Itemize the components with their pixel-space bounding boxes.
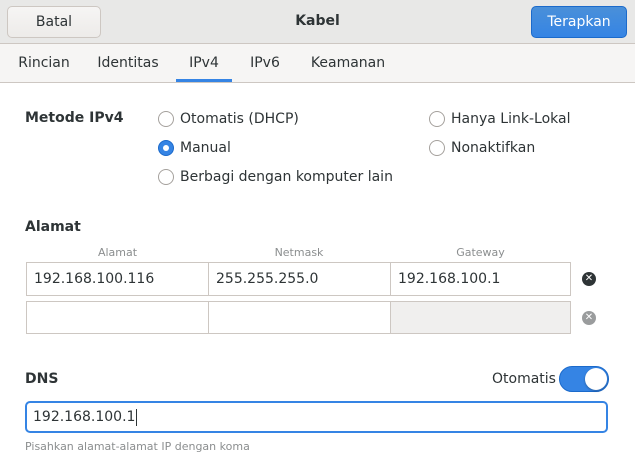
radio-nonaktifkan[interactable]: Nonaktifkan: [429, 138, 535, 158]
delete-row-icon[interactable]: ✕: [582, 272, 596, 286]
radio-indicator-checked[interactable]: [158, 140, 174, 156]
radio-otomatis-dhcp[interactable]: Otomatis (DHCP): [158, 109, 299, 129]
dns-input-value: 192.168.100.1: [33, 409, 136, 425]
dns-auto-label: Otomatis: [492, 371, 556, 387]
dns-hint: Pisahkan alamat-alamat IP dengan koma: [25, 440, 250, 453]
column-header-netmask: Netmask: [274, 246, 324, 259]
gateway-field[interactable]: 192.168.100.1: [391, 263, 570, 295]
radio-indicator[interactable]: [429, 111, 445, 127]
delete-row-icon: ✕: [582, 311, 596, 325]
radio-label: Otomatis (DHCP): [180, 111, 299, 127]
column-header-gateway: Gateway: [456, 246, 505, 259]
radio-indicator[interactable]: [429, 140, 445, 156]
radio-indicator[interactable]: [158, 169, 174, 185]
radio-manual[interactable]: Manual: [158, 138, 231, 158]
address-field[interactable]: [27, 302, 209, 333]
netmask-field[interactable]: [209, 302, 391, 333]
radio-berbagi[interactable]: Berbagi dengan komputer lain: [158, 167, 393, 187]
radio-label: Nonaktifkan: [451, 140, 536, 156]
radio-indicator[interactable]: [158, 111, 174, 127]
tab-ipv4[interactable]: IPv4: [176, 44, 232, 82]
radio-label: Berbagi dengan komputer lain: [180, 169, 393, 185]
switch-knob[interactable]: [585, 368, 607, 390]
tab-identitas[interactable]: Identitas: [88, 44, 168, 82]
address-field[interactable]: 192.168.100.116: [27, 263, 209, 295]
radio-link-lokal[interactable]: Hanya Link-Lokal: [429, 109, 570, 129]
netmask-field[interactable]: 255.255.255.0: [209, 263, 391, 295]
radio-label: Manual: [180, 140, 231, 156]
tab-rincian[interactable]: Rincian: [8, 44, 80, 82]
column-header-address: Alamat: [97, 246, 138, 259]
address-row-1: 192.168.100.116 255.255.255.0 192.168.10…: [26, 262, 571, 296]
tab-bar: Rincian Identitas IPv4 IPv6 Keamanan: [0, 44, 635, 83]
dns-input[interactable]: 192.168.100.1: [25, 401, 608, 433]
radio-label: Hanya Link-Lokal: [451, 111, 571, 127]
address-row-2: [26, 301, 571, 334]
dns-auto-switch[interactable]: [559, 366, 609, 392]
method-label: Metode IPv4: [25, 110, 124, 126]
tab-ipv6[interactable]: IPv6: [240, 44, 290, 82]
header-bar: Batal Kabel Terapkan: [0, 0, 635, 44]
text-caret: [136, 408, 138, 426]
gateway-field: [391, 302, 570, 333]
apply-button[interactable]: Terapkan: [531, 6, 627, 38]
tab-keamanan[interactable]: Keamanan: [302, 44, 394, 82]
dns-label: DNS: [25, 371, 59, 387]
addresses-label: Alamat: [25, 219, 81, 235]
